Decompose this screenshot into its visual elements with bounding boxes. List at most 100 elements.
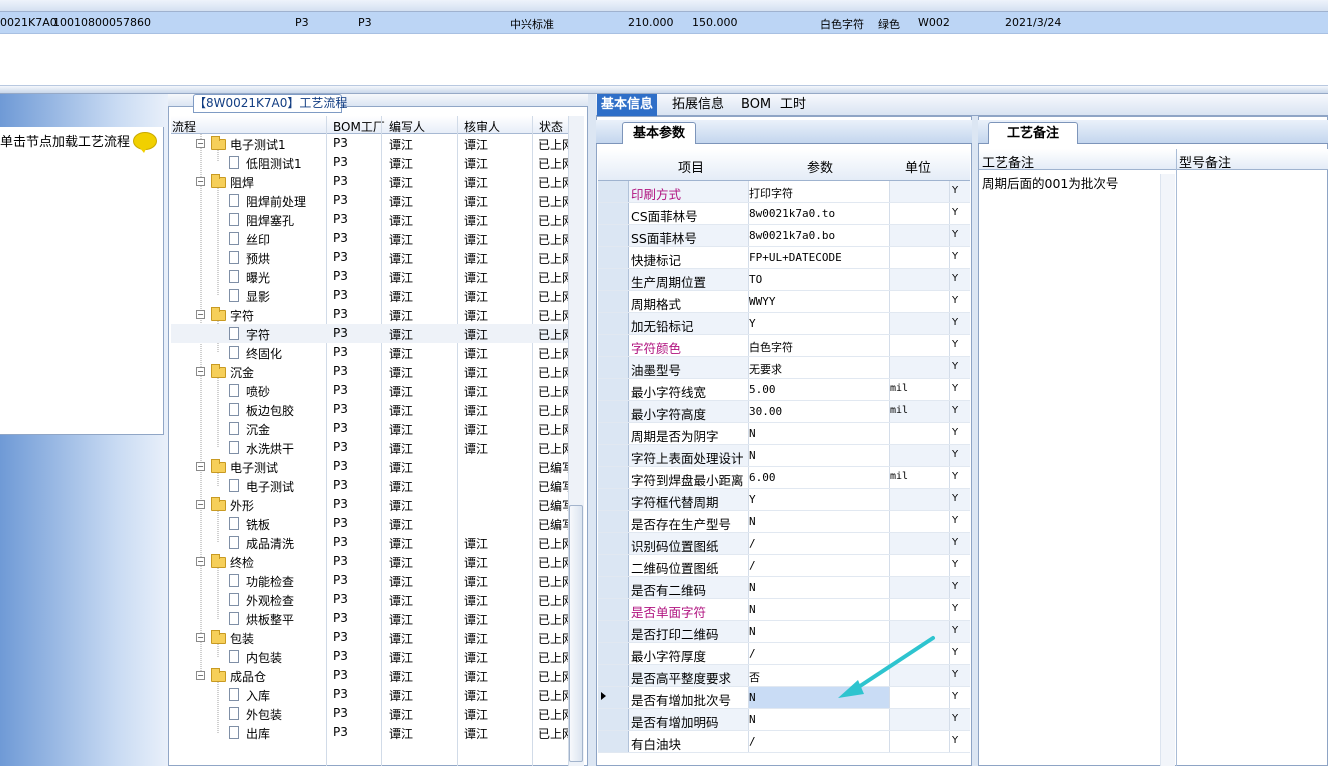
row-header[interactable] <box>598 709 629 730</box>
col-status[interactable]: 状态 <box>539 118 563 135</box>
row-header[interactable] <box>598 621 629 642</box>
unit-cell[interactable] <box>889 313 949 334</box>
row-header[interactable] <box>598 379 629 400</box>
tab-bom[interactable]: BOM <box>737 94 775 116</box>
param-value[interactable]: 白色字符 <box>749 339 793 355</box>
param-value[interactable]: / <box>749 735 756 748</box>
unit-cell[interactable] <box>889 555 949 576</box>
param-value[interactable]: N <box>749 581 756 594</box>
param-cell[interactable] <box>748 445 889 466</box>
param-row[interactable]: 字符上表面处理设计 N Y <box>598 445 970 467</box>
row-header[interactable] <box>598 665 629 686</box>
tab-process-remarks[interactable]: 工艺备注 <box>988 122 1078 144</box>
param-cell[interactable] <box>748 313 889 334</box>
param-row[interactable]: 周期格式 WWYY Y <box>598 291 970 313</box>
row-header[interactable] <box>598 401 629 422</box>
row-header[interactable] <box>598 643 629 664</box>
param-cell[interactable] <box>748 511 889 532</box>
param-row[interactable]: 快捷标记 FP+UL+DATECODE Y <box>598 247 970 269</box>
param-value[interactable]: N <box>749 625 756 638</box>
collapse-icon[interactable]: − <box>196 139 205 148</box>
param-row[interactable]: 油墨型号 无要求 Y <box>598 357 970 379</box>
param-value[interactable]: N <box>749 515 756 528</box>
tab-basic-params[interactable]: 基本参数 <box>622 122 696 144</box>
unit-cell[interactable] <box>889 335 949 356</box>
row-header[interactable] <box>598 203 629 224</box>
tree-node-group[interactable]: 字符 P3 谭江 谭江 已上网 <box>171 305 574 324</box>
param-cell[interactable] <box>748 577 889 598</box>
param-cell[interactable] <box>748 555 889 576</box>
param-value[interactable]: 6.00 <box>749 471 776 484</box>
row-header[interactable] <box>598 577 629 598</box>
vertical-splitter[interactable] <box>588 94 596 766</box>
tree-node-group[interactable]: 阻焊 P3 谭江 谭江 已上网 <box>171 172 574 191</box>
row-header[interactable] <box>598 335 629 356</box>
unit-cell[interactable] <box>889 181 949 202</box>
unit-cell[interactable] <box>889 357 949 378</box>
unit-cell[interactable] <box>889 445 949 466</box>
param-value[interactable]: 打印字符 <box>749 185 793 201</box>
tree-node-group[interactable]: 外形 P3 谭江 已编写 <box>171 495 574 514</box>
param-cell[interactable] <box>748 731 889 752</box>
row-header[interactable] <box>598 555 629 576</box>
unit-cell[interactable] <box>889 489 949 510</box>
param-value[interactable]: TO <box>749 273 762 286</box>
col-reviewer[interactable]: 核审人 <box>464 118 500 135</box>
param-value[interactable]: 8w0021k7a0.bo <box>749 229 835 242</box>
param-value[interactable]: N <box>749 427 756 440</box>
param-cell[interactable] <box>748 423 889 444</box>
param-row[interactable]: 最小字符线宽 5.00 mil Y <box>598 379 970 401</box>
unit-cell[interactable] <box>889 599 949 620</box>
col-bom-factory[interactable]: BOM工厂 <box>333 118 385 135</box>
collapse-icon[interactable]: − <box>196 500 205 509</box>
col-process-remark[interactable]: 工艺备注 <box>982 152 1034 171</box>
collapse-icon[interactable]: − <box>196 310 205 319</box>
param-row[interactable]: 字符到焊盘最小距离 6.00 mil Y <box>598 467 970 489</box>
param-row[interactable]: 是否有二维码 N Y <box>598 577 970 599</box>
tab-work-hours[interactable]: 工时 <box>776 94 810 116</box>
row-header[interactable] <box>598 181 629 202</box>
param-value[interactable]: Y <box>749 317 756 330</box>
param-row[interactable]: SS面菲林号 8w0021k7a0.bo Y <box>598 225 970 247</box>
row-header[interactable] <box>598 511 629 532</box>
row-header[interactable] <box>598 533 629 554</box>
collapse-icon[interactable]: − <box>196 557 205 566</box>
param-value[interactable]: 无要求 <box>749 361 782 377</box>
tab-basic-info[interactable]: 基本信息 <box>597 94 658 116</box>
param-cell[interactable] <box>748 709 889 730</box>
unit-cell[interactable] <box>889 533 949 554</box>
flow-tab[interactable]: 【8W0021K7A0】工艺流程 <box>193 94 347 113</box>
tab-extended-info[interactable]: 拓展信息 <box>668 94 728 116</box>
unit-cell[interactable] <box>889 291 949 312</box>
unit-cell[interactable] <box>889 247 949 268</box>
param-value[interactable]: N <box>749 713 756 726</box>
param-row[interactable]: 最小字符高度 30.00 mil Y <box>598 401 970 423</box>
row-header[interactable] <box>598 467 629 488</box>
unit-cell[interactable] <box>889 731 949 752</box>
col-process[interactable]: 流程 <box>172 118 196 135</box>
param-row[interactable]: CS面菲林号 8w0021k7a0.to Y <box>598 203 970 225</box>
col-writer[interactable]: 编写人 <box>389 118 425 135</box>
unit-cell[interactable] <box>889 577 949 598</box>
unit-cell[interactable] <box>889 203 949 224</box>
param-cell[interactable] <box>748 489 889 510</box>
col-item[interactable]: 项目 <box>678 157 704 176</box>
process-remark-text[interactable]: 周期后面的001为批次号 <box>982 173 1118 192</box>
tree-node-group[interactable]: 电子测试 P3 谭江 已编写 <box>171 457 574 476</box>
param-value[interactable]: N <box>749 603 756 616</box>
row-header[interactable] <box>598 313 629 334</box>
row-header[interactable] <box>598 489 629 510</box>
row-header[interactable] <box>598 291 629 312</box>
param-cell[interactable] <box>748 599 889 620</box>
param-row[interactable]: 字符颜色 白色字符 Y <box>598 335 970 357</box>
horizontal-splitter[interactable] <box>0 86 1328 94</box>
param-row[interactable]: 有白油块 / Y <box>598 731 970 753</box>
top-grid-selected-row[interactable]: 0021K7A0 10010800057860 P3 P3 中兴标准 210.0… <box>0 12 1328 34</box>
param-row[interactable]: 字符框代替周期 Y Y <box>598 489 970 511</box>
collapse-icon[interactable]: − <box>196 367 205 376</box>
param-value[interactable]: / <box>749 647 756 660</box>
param-value[interactable]: 5.00 <box>749 383 776 396</box>
collapse-icon[interactable]: − <box>196 633 205 642</box>
param-value[interactable]: / <box>749 537 756 550</box>
param-row[interactable]: 生产周期位置 TO Y <box>598 269 970 291</box>
